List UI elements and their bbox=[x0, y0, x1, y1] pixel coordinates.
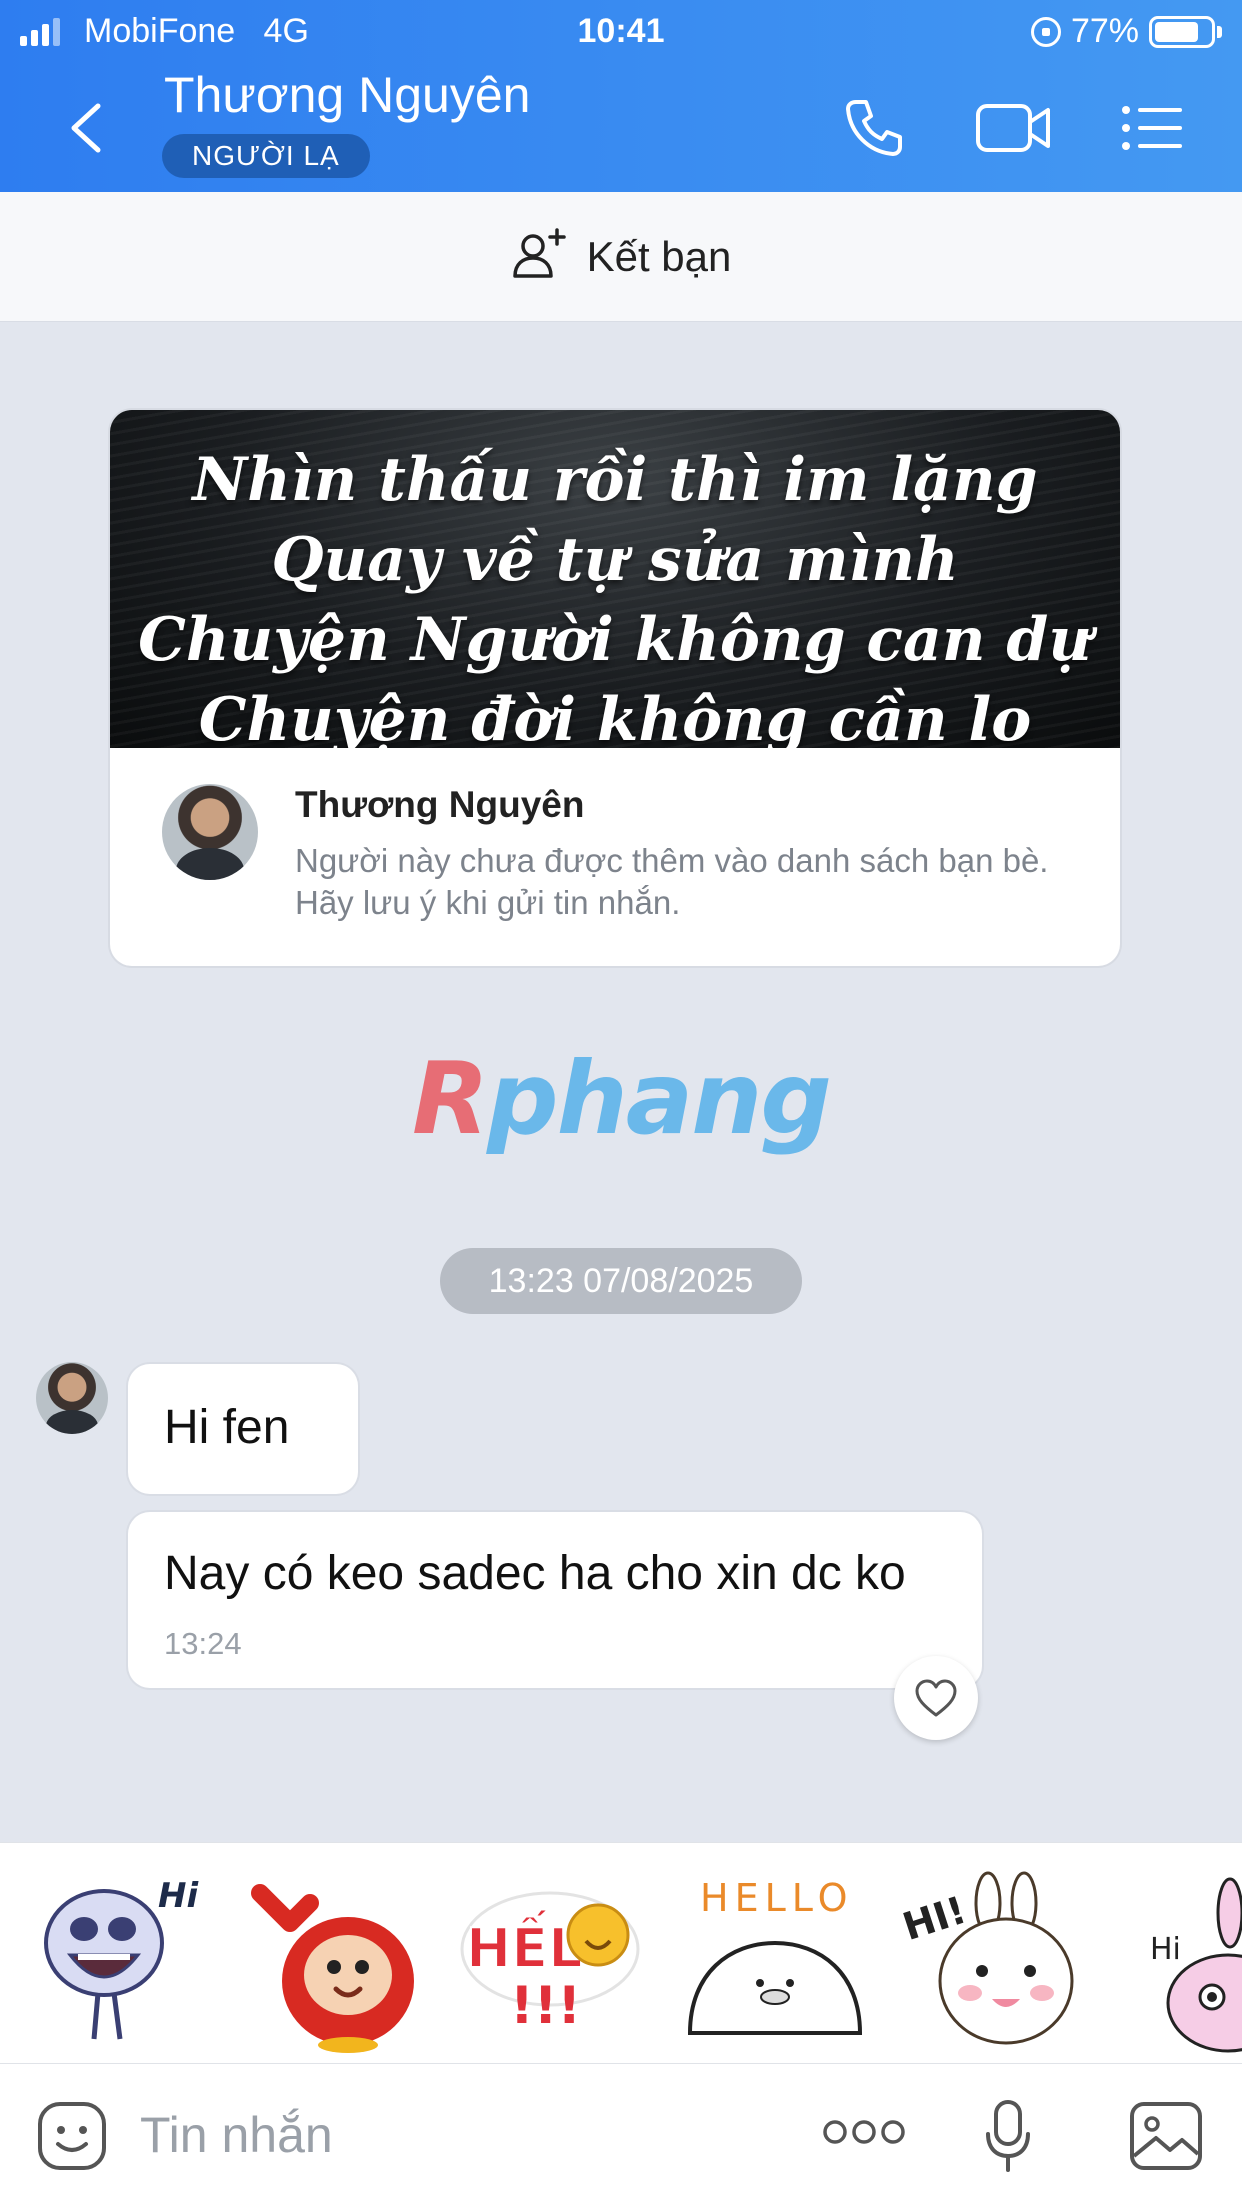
battery-status: 77% bbox=[1030, 12, 1222, 51]
message-composer bbox=[0, 2064, 1242, 2208]
message-text: Hi fen bbox=[164, 1401, 290, 1454]
red-monkey-wave-sticker[interactable] bbox=[240, 1863, 430, 2053]
date-separator: 13:23 07/08/2025 bbox=[440, 1248, 802, 1314]
pink-bunny-hi-sticker[interactable]: Hi bbox=[1120, 1863, 1242, 2053]
cover-image: Nhìn thấu rồi thì im lặng Quay về tự sửa… bbox=[110, 410, 1120, 748]
add-user-icon bbox=[511, 226, 567, 287]
message-text: Nay có keo sadec ha cho xin dc ko bbox=[164, 1547, 906, 1600]
add-friend-button[interactable]: Kết bạn bbox=[0, 192, 1242, 322]
card-info: Thương Nguyên Người này chưa được thêm v… bbox=[110, 748, 1120, 966]
bunny-hi-sticker[interactable]: HI! bbox=[900, 1863, 1090, 2053]
add-friend-label: Kết bạn bbox=[586, 232, 732, 280]
contact-name[interactable]: Thương Nguyên bbox=[164, 66, 530, 124]
skeleton-hi-sticker[interactable]: Hi bbox=[18, 1863, 208, 2053]
hello-blob-sticker[interactable]: HELLO bbox=[680, 1863, 870, 2053]
image-icon[interactable] bbox=[1128, 2100, 1204, 2177]
svg-text:Hi: Hi bbox=[1150, 1932, 1181, 1967]
card-contact-name: Thương Nguyên bbox=[295, 784, 585, 825]
microphone-icon[interactable] bbox=[982, 2098, 1034, 2179]
cover-quote: Nhìn thấu rồi thì im lặng Quay về tự sửa… bbox=[138, 445, 1092, 748]
message-bubble[interactable]: Nay có keo sadec ha cho xin dc ko 13:24 bbox=[128, 1512, 982, 1688]
chat-header: MobiFone 4G 10:41 77% Thương Nguyên NGƯỜ… bbox=[0, 0, 1242, 192]
sticker-suggestions: Hi HẾL !!! HELLO HI! Hi bbox=[0, 1842, 1242, 2064]
emoji-icon[interactable] bbox=[34, 2098, 110, 2179]
message-time: 13:24 bbox=[164, 1626, 242, 1661]
stranger-badge: NGƯỜI LẠ bbox=[162, 134, 370, 178]
status-bar: MobiFone 4G 10:41 77% bbox=[0, 0, 1242, 64]
svg-text:HẾL: HẾL bbox=[466, 1910, 583, 1980]
stranger-profile-card[interactable]: Nhìn thấu rồi thì im lặng Quay về tự sửa… bbox=[110, 410, 1120, 966]
watermark-logo: Rphang bbox=[411, 1040, 832, 1157]
stranger-warning-text: Người này chưa được thêm vào danh sách b… bbox=[295, 842, 1049, 921]
video-call-icon[interactable] bbox=[974, 96, 1052, 160]
message-input[interactable] bbox=[140, 2100, 740, 2170]
avatar[interactable] bbox=[162, 784, 258, 880]
sender-avatar[interactable] bbox=[36, 1362, 108, 1434]
svg-text:Hi: Hi bbox=[158, 1876, 199, 1916]
helo-smiley-sticker[interactable]: HẾL !!! bbox=[458, 1863, 648, 2053]
menu-list-icon[interactable] bbox=[1120, 96, 1184, 160]
rotation-lock-icon bbox=[1030, 16, 1061, 47]
svg-text:HELLO: HELLO bbox=[700, 1876, 853, 1920]
battery-percent: 77% bbox=[1070, 12, 1139, 50]
phone-icon[interactable] bbox=[842, 96, 906, 160]
heart-react-icon[interactable] bbox=[894, 1656, 978, 1740]
back-icon[interactable] bbox=[60, 100, 116, 156]
battery-icon bbox=[1149, 15, 1215, 48]
svg-text:!!!: !!! bbox=[510, 1976, 581, 2036]
message-bubble[interactable]: Hi fen bbox=[128, 1364, 358, 1494]
more-icon[interactable] bbox=[822, 2116, 906, 2153]
